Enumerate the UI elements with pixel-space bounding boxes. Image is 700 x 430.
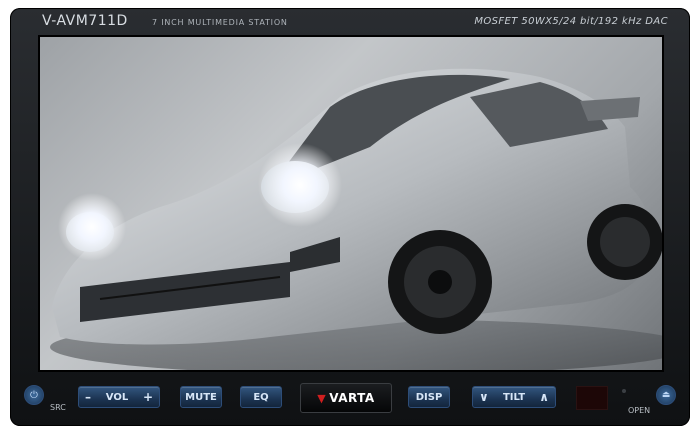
head-unit: V-AVM711D 7 INCH MULTIMEDIA STATION MOSF… bbox=[10, 8, 690, 426]
status-led bbox=[622, 389, 626, 393]
eq-button[interactable]: EQ bbox=[240, 386, 282, 408]
power-icon: ⏻ bbox=[30, 389, 38, 401]
control-bar: ⏻ SRC – VOL + MUTE EQ ▼ VARTA DISP ∨ TIL… bbox=[10, 376, 690, 420]
eject-icon: ⏏ bbox=[661, 390, 671, 400]
tilt-label: TILT bbox=[502, 391, 526, 403]
tilt-down-button[interactable]: ∨ bbox=[473, 390, 495, 404]
brand-logo: ▼ VARTA bbox=[300, 383, 392, 413]
car-wallpaper bbox=[50, 68, 662, 370]
tilt-rocker: ∨ TILT ∧ bbox=[472, 386, 556, 408]
src-label: SRC bbox=[50, 403, 66, 412]
volume-rocker: – VOL + bbox=[78, 386, 160, 408]
display-screen[interactable] bbox=[38, 35, 664, 372]
top-bar: V-AVM711D 7 INCH MULTIMEDIA STATION MOSF… bbox=[10, 8, 690, 36]
ir-sensor bbox=[576, 386, 608, 410]
product-tagline: 7 INCH MULTIMEDIA STATION bbox=[152, 18, 288, 27]
volume-down-button[interactable]: – bbox=[79, 390, 97, 404]
open-label: OPEN bbox=[628, 406, 651, 415]
brand-name: VARTA bbox=[329, 391, 375, 405]
volume-up-button[interactable]: + bbox=[137, 390, 159, 404]
eject-button[interactable]: ⏏ bbox=[656, 385, 676, 405]
spec-text: MOSFET 50WX5/24 bit/192 kHz DAC bbox=[474, 16, 668, 27]
volume-label: VOL bbox=[105, 391, 129, 403]
power-button[interactable]: ⏻ bbox=[24, 385, 44, 405]
model-name: V-AVM711D bbox=[42, 13, 128, 29]
tilt-up-button[interactable]: ∧ bbox=[533, 390, 555, 404]
varta-chevron-icon: ▼ bbox=[317, 391, 327, 405]
disp-button[interactable]: DISP bbox=[408, 386, 450, 408]
mute-button[interactable]: MUTE bbox=[180, 386, 222, 408]
